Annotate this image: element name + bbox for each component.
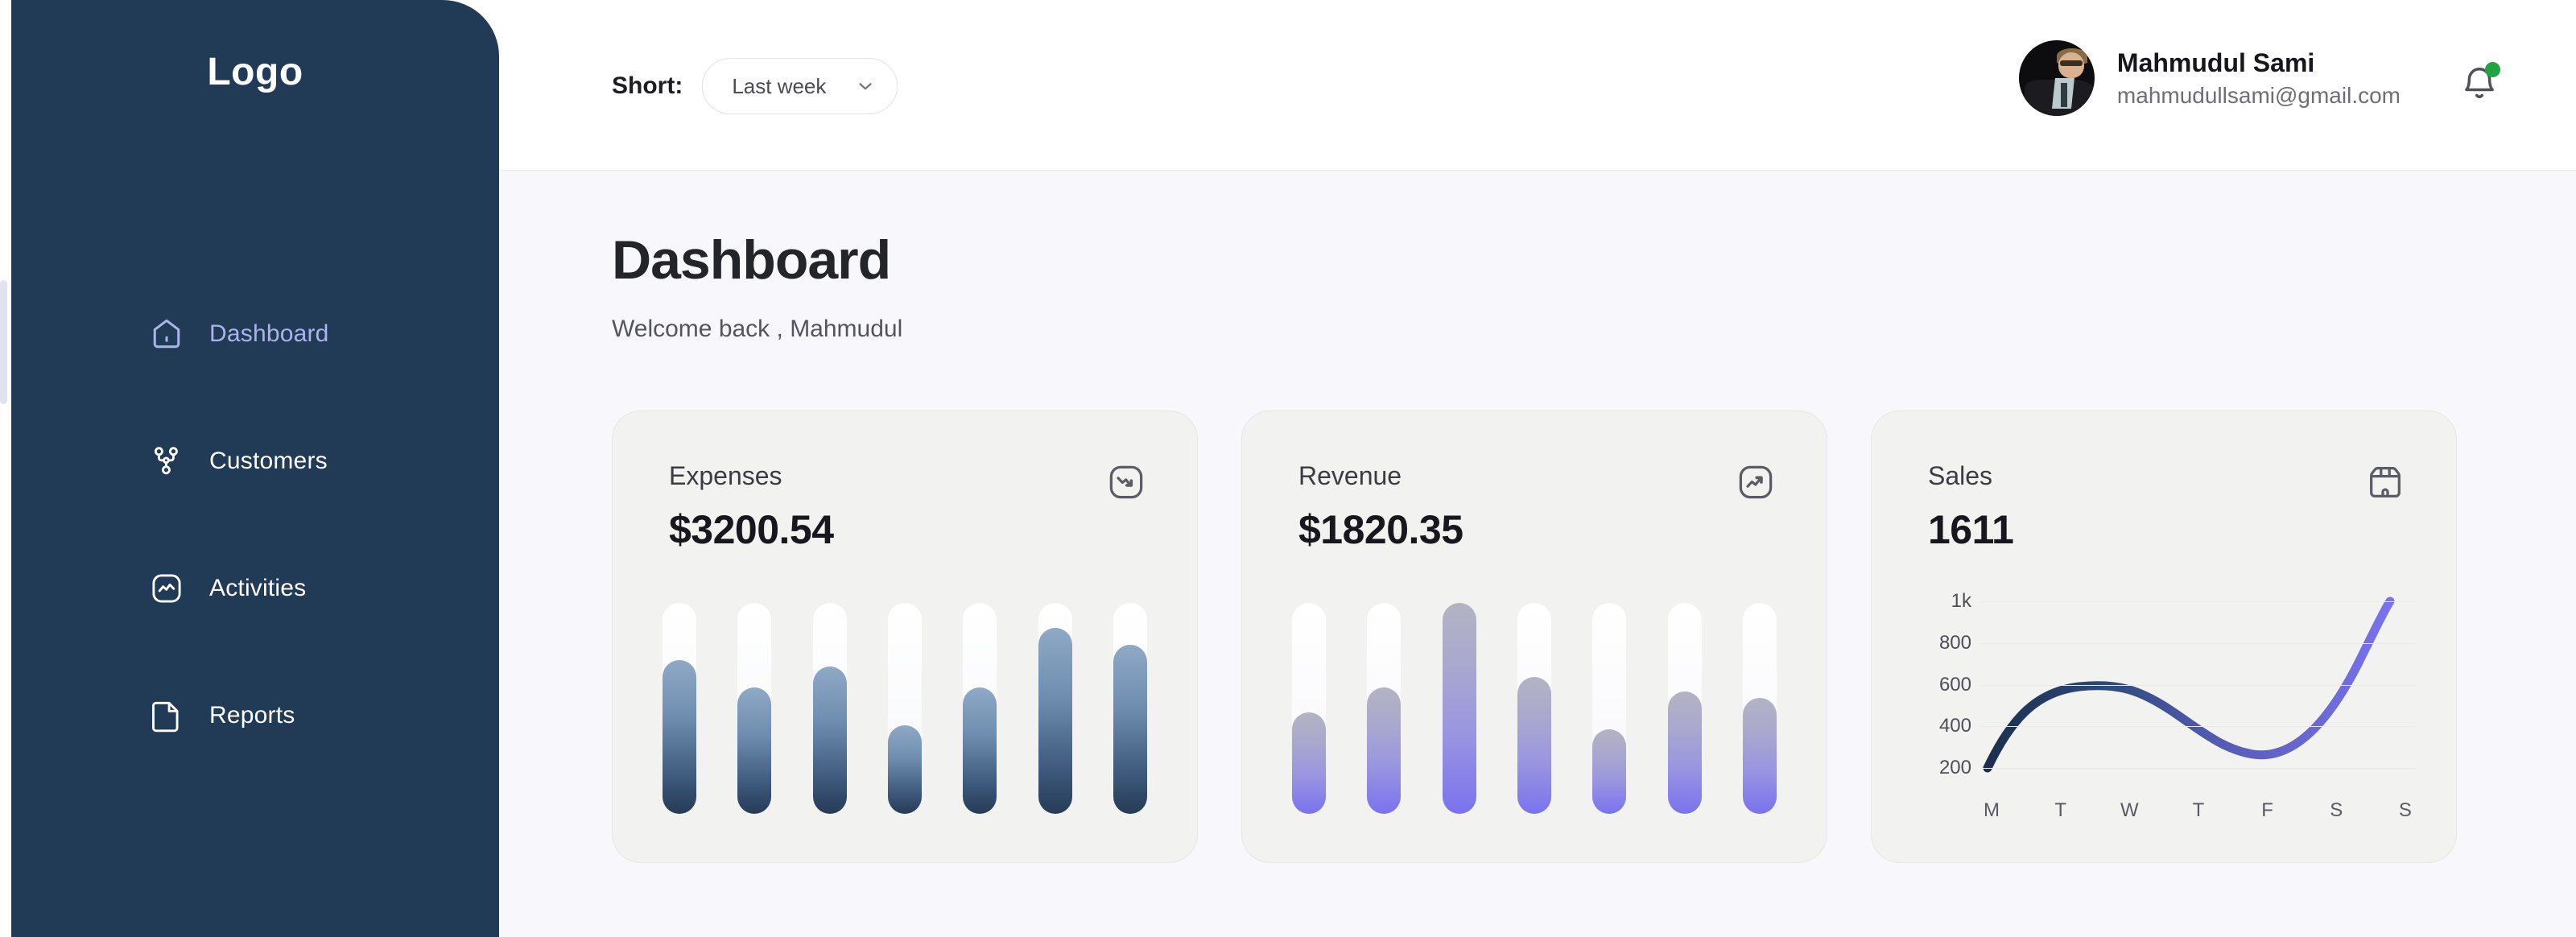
x-tick-label: W: [2120, 799, 2139, 821]
bar-track: [812, 603, 847, 814]
range-select-value: Last week: [732, 73, 827, 98]
card-value: $3200.54: [669, 507, 834, 552]
gridline: [1981, 601, 2416, 602]
y-tick-label: 1k: [1951, 590, 1971, 612]
bar-track: [1038, 603, 1072, 814]
plot-area: [1981, 596, 2416, 790]
bar-fill: [1592, 729, 1627, 814]
bar-track: [1367, 603, 1402, 814]
sales-line-chart: 1k 800 600 400 200 M T W T F S S: [1913, 590, 2416, 830]
bar-fill: [1038, 628, 1072, 814]
card-value: 1611: [1928, 507, 2014, 552]
x-axis: M T W T F S S: [1981, 799, 2416, 822]
bar-track: [737, 603, 772, 814]
chevron-down-icon: [855, 76, 876, 97]
gridline: [1981, 685, 2416, 686]
bar-fill: [963, 687, 997, 814]
bar-track: [887, 603, 922, 814]
sidebar-item-dashboard[interactable]: Dashboard: [11, 306, 499, 362]
y-tick-label: 600: [1938, 674, 1971, 696]
bar-track: [1292, 603, 1326, 814]
bar-fill: [887, 724, 922, 814]
page-scrollbar-thumb[interactable]: [0, 280, 7, 404]
x-tick-label: S: [2330, 799, 2343, 821]
card-sales[interactable]: Sales 1611 1k 800 600 400 200 M T W T F …: [1871, 411, 2457, 863]
y-axis: 1k 800 600 400 200: [1913, 590, 1971, 790]
sidebar: Logo Dashboard Customers Activities Repo…: [11, 0, 499, 937]
card-title: Sales: [1928, 461, 1993, 490]
main-content: Dashboard Welcome back , Mahmudul Expens…: [499, 171, 2576, 937]
range-select[interactable]: Last week: [702, 58, 898, 114]
user-name: Mahmudul Sami: [2116, 47, 2315, 77]
stat-cards: Expenses $3200.54 Revenue $1820.35 Sales…: [612, 411, 2457, 863]
document-icon: [148, 697, 185, 734]
home-icon: [148, 316, 185, 353]
sales-curve: [1983, 596, 2395, 773]
x-tick-label: F: [2261, 799, 2273, 821]
x-tick-label: T: [2192, 799, 2205, 821]
bar-fill: [1517, 676, 1551, 814]
bar-track: [1517, 603, 1551, 814]
sidebar-item-label: Reports: [209, 702, 295, 729]
bar-fill: [663, 659, 696, 814]
notification-bell-button[interactable]: [2457, 61, 2502, 106]
y-tick-label: 200: [1938, 757, 1971, 778]
x-tick-label: T: [2054, 799, 2066, 821]
page-subtitle: Welcome back , Mahmudul: [612, 316, 903, 342]
user-email: mahmudullsami@gmail.com: [2116, 82, 2401, 108]
range-filter: Short: Last week: [612, 58, 898, 114]
page-title: Dashboard: [612, 229, 891, 291]
range-filter-label: Short:: [612, 72, 683, 99]
bar-track: [963, 603, 997, 814]
sidebar-logo: Logo: [207, 51, 303, 93]
bar-fill: [1742, 697, 1777, 814]
user-profile[interactable]: Mahmudul Sami mahmudullsami@gmail.com: [2018, 40, 2401, 116]
expenses-bar-chart: [663, 603, 1147, 814]
bar-track: [1742, 603, 1777, 814]
bar-fill: [1442, 603, 1476, 814]
avatar: [2018, 40, 2095, 116]
trend-down-icon[interactable]: [1105, 461, 1147, 503]
bar-fill: [1113, 645, 1147, 814]
sidebar-item-label: Dashboard: [209, 320, 329, 347]
gridline: [1981, 643, 2416, 644]
bar-track: [1113, 603, 1147, 814]
card-expenses[interactable]: Expenses $3200.54: [612, 411, 1198, 863]
sidebar-nav: Dashboard Customers Activities Reports: [11, 306, 499, 815]
bar-track: [1592, 603, 1627, 814]
dashboard-app: Logo Dashboard Customers Activities Repo…: [0, 0, 2576, 937]
sidebar-item-customers[interactable]: Customers: [11, 433, 499, 489]
x-tick-label: M: [1984, 799, 2000, 821]
y-tick-label: 400: [1938, 715, 1971, 737]
bar-track: [1442, 603, 1476, 814]
bar-track: [663, 603, 696, 814]
gridline: [1981, 726, 2416, 727]
revenue-bar-chart: [1292, 603, 1777, 814]
top-header: Short: Last week Mahmudul Sami mahmudull…: [499, 0, 2576, 171]
bar-fill: [1292, 712, 1326, 814]
users-icon: [148, 443, 185, 480]
card-revenue[interactable]: Revenue $1820.35: [1241, 411, 1827, 863]
bar-track: [1667, 603, 1702, 814]
trend-up-icon[interactable]: [1735, 461, 1777, 503]
sidebar-item-activities[interactable]: Activities: [11, 560, 499, 617]
card-title: Expenses: [669, 461, 782, 490]
card-title: Revenue: [1298, 461, 1402, 490]
activity-icon: [148, 570, 185, 607]
sidebar-item-reports[interactable]: Reports: [11, 687, 499, 744]
sidebar-item-label: Customers: [209, 448, 328, 474]
x-tick-label: S: [2398, 799, 2412, 821]
bar-fill: [737, 687, 772, 814]
gridline: [1981, 768, 2416, 769]
y-tick-label: 800: [1938, 632, 1971, 654]
bar-fill: [812, 666, 847, 814]
card-value: $1820.35: [1298, 507, 1463, 552]
notification-badge: [2485, 62, 2500, 77]
bar-fill: [1367, 687, 1402, 814]
sidebar-item-label: Activities: [209, 575, 307, 601]
store-icon[interactable]: [2364, 461, 2406, 503]
bar-fill: [1667, 691, 1702, 814]
